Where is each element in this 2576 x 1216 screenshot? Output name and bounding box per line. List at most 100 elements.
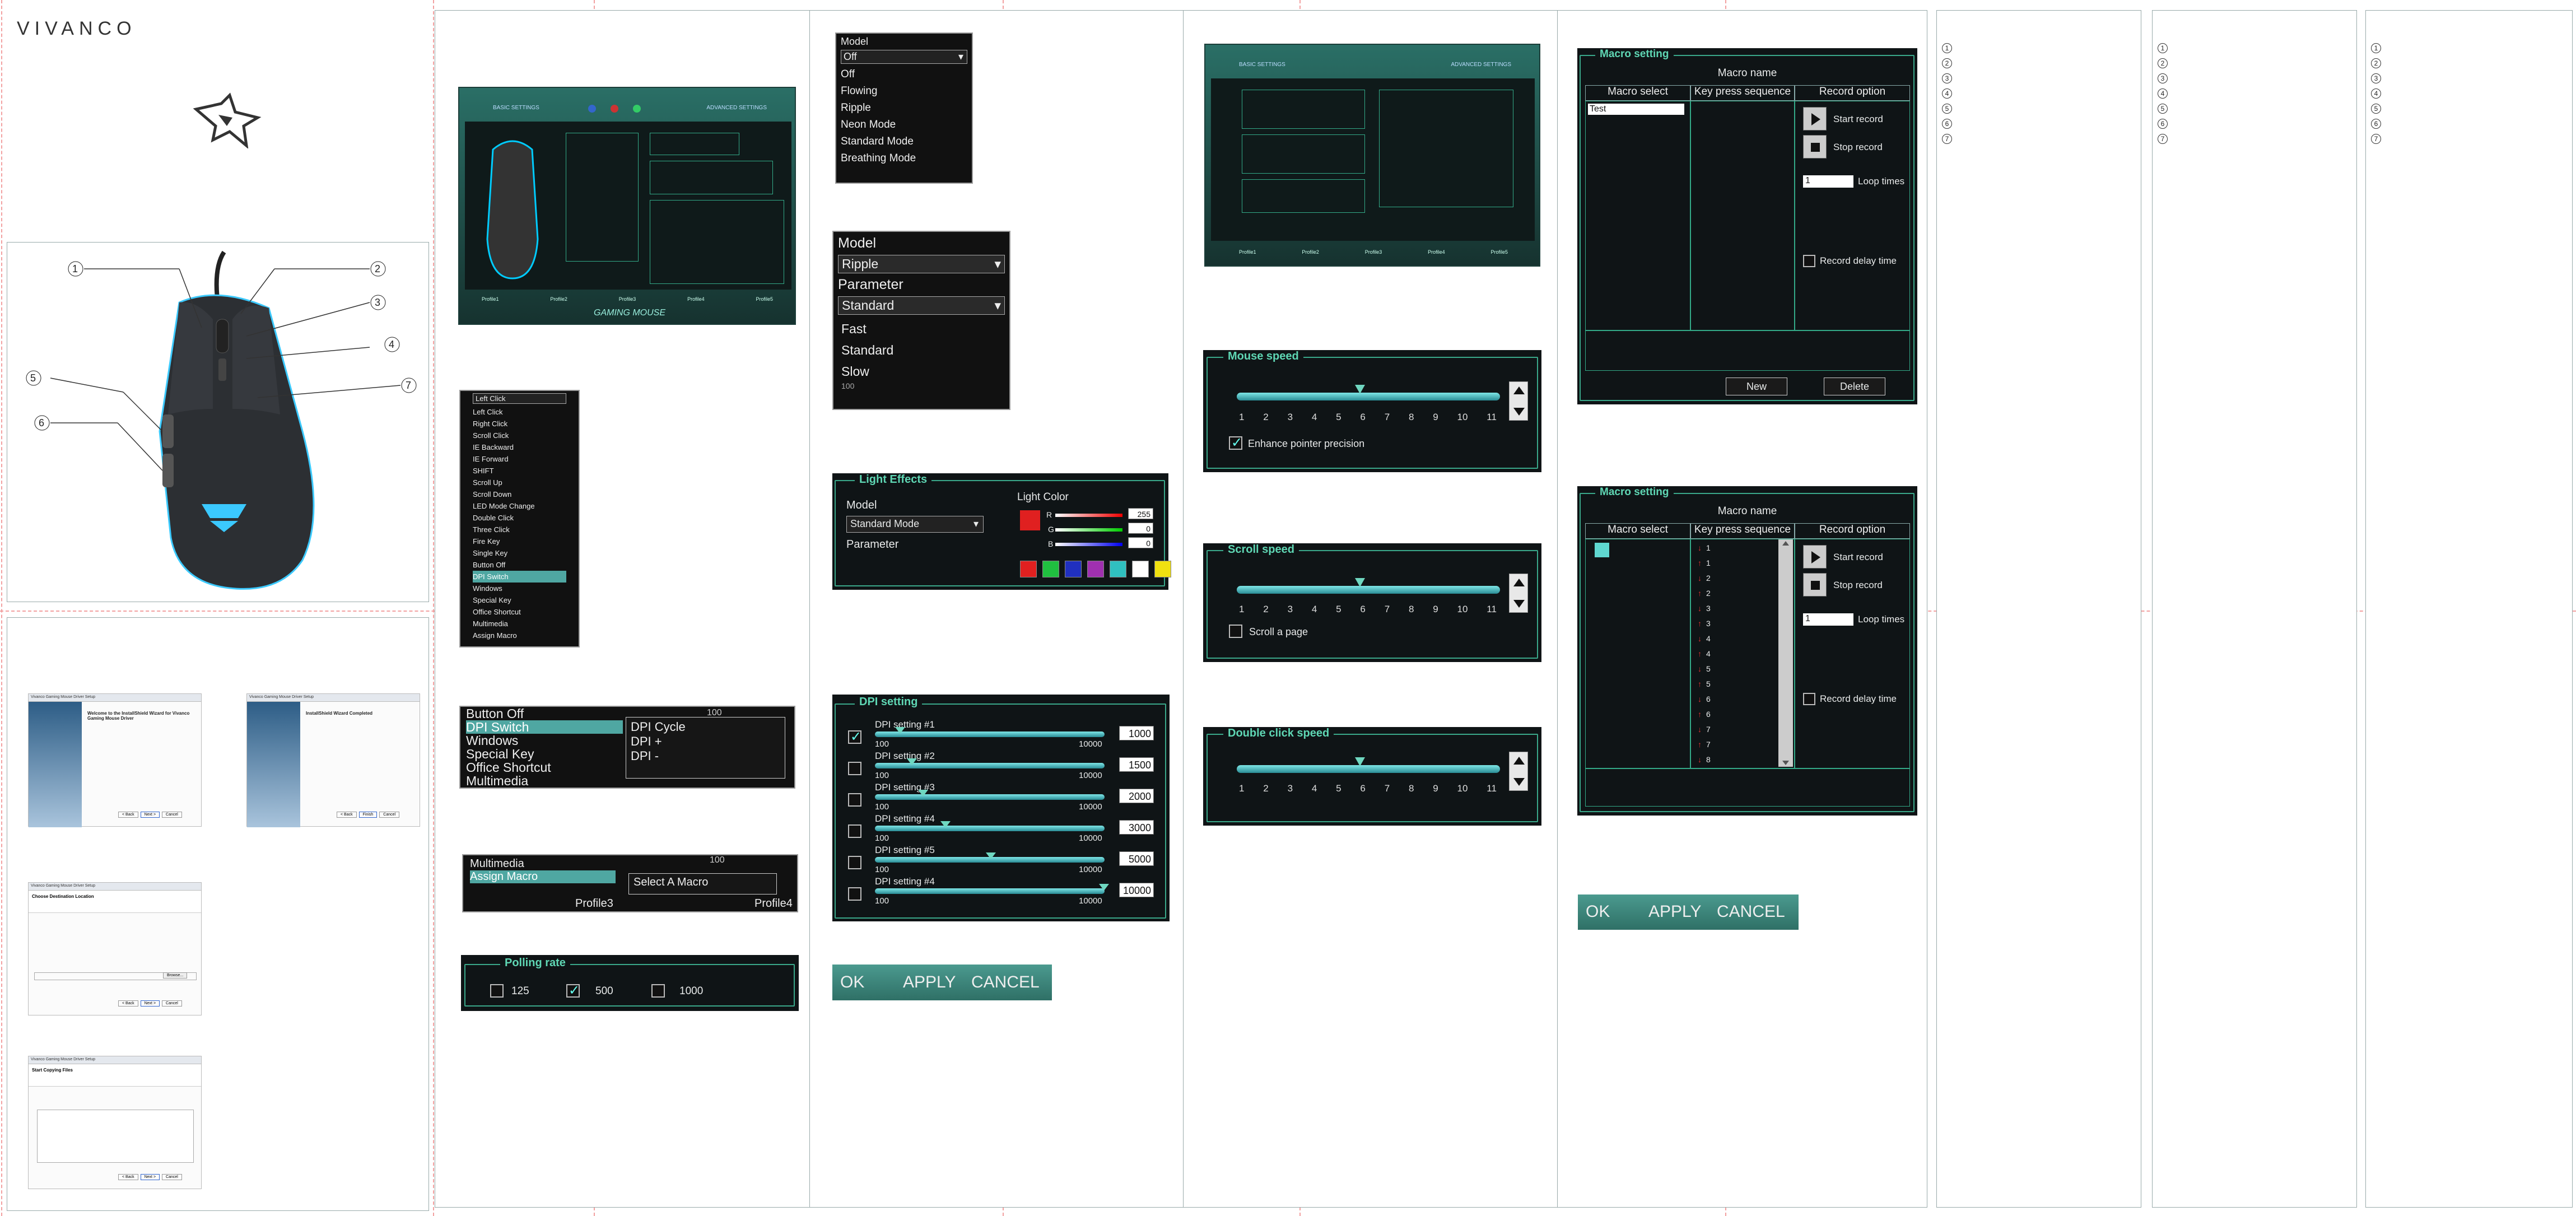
menu-item[interactable]: Scroll Click	[473, 430, 566, 441]
slider-knob[interactable]	[917, 790, 928, 796]
red-slider[interactable]	[1055, 514, 1122, 517]
cancel-button[interactable]: CANCEL	[971, 973, 1040, 992]
dpi-value-field[interactable]: 1500	[1119, 757, 1154, 772]
dpi-value-field[interactable]: 2000	[1119, 789, 1154, 803]
macro-name-input[interactable]: Test	[1588, 104, 1684, 115]
menu-item[interactable]: LED Mode Change	[473, 500, 566, 512]
model-select[interactable]: Ripple ▾	[838, 255, 1005, 273]
enhance-precision-checkbox[interactable]	[1229, 435, 1242, 451]
slider-knob[interactable]	[1355, 578, 1365, 587]
menu-item-dpi-cycle[interactable]: DPI Cycle	[631, 720, 780, 734]
scroll-speed-stepper[interactable]	[1509, 574, 1528, 613]
back-button[interactable]: < Back	[337, 812, 357, 818]
color-swatch[interactable]	[1065, 561, 1082, 577]
dpi-value-field[interactable]: 10000	[1119, 883, 1154, 897]
macro-select-list[interactable]: Test	[1585, 101, 1690, 330]
dpi-row-slider[interactable]	[875, 826, 1105, 831]
red-value-field[interactable]: 255	[1128, 508, 1153, 519]
polling-125-checkbox[interactable]	[490, 984, 504, 998]
model-option[interactable]: Neon Mode	[841, 117, 967, 133]
menu-item[interactable]: DPI Switch	[466, 720, 623, 734]
model-option[interactable]: Off	[841, 66, 967, 83]
stop-record-button[interactable]	[1803, 573, 1827, 597]
model-select[interactable]: Off ▾	[841, 50, 967, 64]
browse-button[interactable]: Browse...	[163, 972, 188, 979]
new-macro-button[interactable]: New	[1726, 378, 1787, 395]
delete-macro-button[interactable]: Delete	[1824, 378, 1885, 395]
green-value-field[interactable]: 0	[1128, 523, 1153, 534]
dpi-row-checkbox[interactable]	[848, 856, 861, 869]
menu-item-dpi-minus[interactable]: DPI -	[631, 749, 780, 763]
model-option[interactable]: Standard Mode	[841, 133, 967, 150]
blue-slider[interactable]	[1055, 543, 1122, 546]
menu-item[interactable]: Multimedia	[473, 618, 566, 630]
color-swatch[interactable]	[1132, 561, 1149, 577]
dpi-row-checkbox[interactable]	[848, 824, 861, 838]
menu-item[interactable]: IE Forward	[473, 453, 566, 465]
menu-item[interactable]: DPI Switch	[473, 571, 566, 583]
color-swatch[interactable]	[1110, 561, 1126, 577]
menu-item[interactable]: Button Off	[466, 707, 623, 720]
blue-value-field[interactable]: 0	[1128, 537, 1153, 548]
record-delay-checkbox[interactable]	[1803, 255, 1815, 267]
slider-knob[interactable]	[1355, 385, 1365, 394]
menu-item[interactable]: Windows	[466, 734, 623, 747]
parameter-option[interactable]: Fast	[841, 318, 1005, 339]
menu-item[interactable]: Three Click	[473, 524, 566, 535]
apply-button[interactable]: APPLY	[903, 973, 956, 992]
select-macro-option[interactable]: Select A Macro	[628, 873, 777, 894]
menu-item[interactable]: Special Key	[466, 747, 623, 761]
slider-knob[interactable]	[1355, 757, 1365, 766]
ok-button[interactable]: OK	[1586, 902, 1610, 921]
menu-item[interactable]: Single Key	[473, 547, 566, 559]
menu-item[interactable]: Scroll Down	[473, 488, 566, 500]
menu-item[interactable]: Office Shortcut	[473, 606, 566, 618]
menu-item-dpi-plus[interactable]: DPI +	[631, 734, 780, 749]
macro-select-list[interactable]	[1585, 539, 1690, 768]
menu-item[interactable]: Scroll Up	[473, 477, 566, 488]
loop-times-input[interactable]: 1	[1803, 613, 1853, 626]
next-button[interactable]: Next >	[140, 812, 160, 818]
parameter-select[interactable]: Standard ▾	[838, 296, 1005, 315]
color-swatch[interactable]	[1154, 561, 1171, 577]
record-delay-checkbox[interactable]	[1803, 693, 1815, 705]
menu-item[interactable]: Multimedia	[466, 774, 623, 788]
sequence-scrollbar[interactable]	[1778, 539, 1793, 767]
double-click-stepper[interactable]	[1509, 752, 1528, 791]
model-option[interactable]: Flowing	[841, 83, 967, 100]
parameter-option[interactable]: Standard	[841, 339, 1005, 361]
start-record-button[interactable]	[1803, 545, 1827, 569]
menu-item[interactable]: Windows	[473, 583, 566, 594]
loop-times-input[interactable]: 1	[1803, 175, 1853, 188]
dpi-row-checkbox[interactable]	[848, 793, 861, 807]
next-button[interactable]: Next >	[140, 1174, 160, 1180]
menu-item[interactable]: SHIFT	[473, 465, 566, 477]
start-record-button[interactable]	[1803, 107, 1827, 131]
menu-item[interactable]: Office Shortcut	[466, 761, 623, 774]
menu-item[interactable]: Special Key	[473, 594, 566, 606]
menu-item-assign-macro[interactable]: Assign Macro	[470, 870, 616, 883]
dpi-row-slider[interactable]	[875, 794, 1105, 800]
stop-record-button[interactable]	[1803, 135, 1827, 159]
slider-knob[interactable]	[906, 758, 917, 765]
dpi-value-field[interactable]: 5000	[1119, 851, 1154, 866]
slider-knob[interactable]	[985, 852, 996, 859]
menu-item[interactable]: Fire Key	[473, 535, 566, 547]
key-select-dropdown[interactable]: Left Click	[473, 393, 566, 404]
menu-item[interactable]: Left Click	[473, 406, 566, 418]
menu-item[interactable]: Right Click	[473, 418, 566, 430]
dpi-row-checkbox[interactable]	[848, 887, 861, 901]
polling-500-checkbox[interactable]	[566, 982, 580, 999]
dpi-value-field[interactable]: 1000	[1119, 726, 1154, 740]
light-model-select[interactable]: Standard Mode ▾	[846, 516, 984, 533]
dpi-row-slider[interactable]	[875, 732, 1105, 737]
slider-knob[interactable]	[895, 727, 906, 734]
scroll-a-page-checkbox[interactable]	[1229, 625, 1242, 638]
color-swatch[interactable]	[1087, 561, 1104, 577]
apply-button[interactable]: APPLY	[1648, 902, 1702, 921]
double-click-speed-slider[interactable]	[1237, 765, 1500, 773]
cancel-button[interactable]: Cancel	[162, 1000, 182, 1007]
green-slider[interactable]	[1055, 528, 1122, 532]
dpi-value-field[interactable]: 3000	[1119, 820, 1154, 835]
slider-knob[interactable]	[940, 821, 951, 828]
